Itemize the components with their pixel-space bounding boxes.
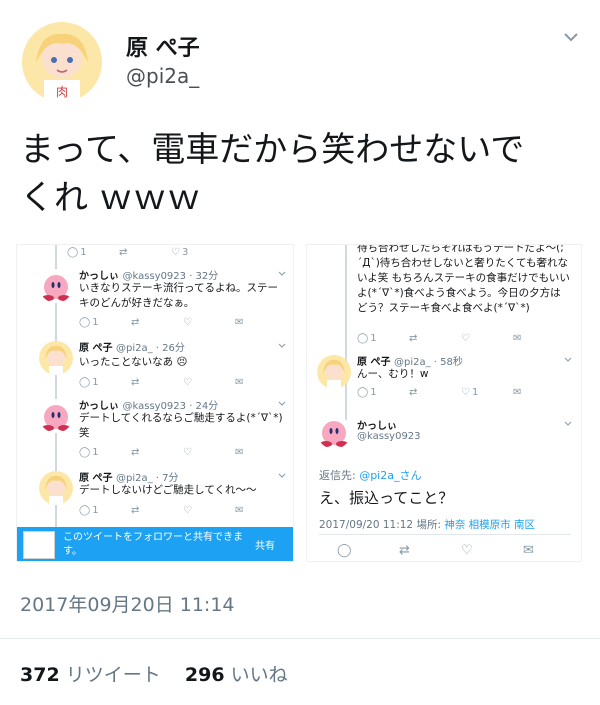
thread-item: 原 ぺ子 @pi2a_ · 26分 いったことないなあ 😣 ◯ 1 ⇄ ♡ ✉	[17, 337, 293, 392]
reply-to: 返信先: @pi2a_さん	[319, 469, 422, 482]
attached-screenshots[interactable]: ◯ 1 ⇄ ♡ 3 かっしぃ @kassy0923 · 32分 いきなりステーキ流行…	[16, 244, 582, 562]
thread-item: かっしぃ @kassy0923 · 32分 いきなりステーキ流行ってるよね。ステ…	[17, 265, 293, 335]
reply-icon: ◯ 1	[79, 447, 99, 458]
focus-tweet-header: かっしぃ @kassy0923	[307, 411, 581, 463]
like-icon: ♡	[183, 447, 192, 458]
avatar	[317, 355, 351, 389]
avatar	[39, 399, 73, 433]
action-bar: ◯ 1 ⇄ ♡ ✉	[79, 447, 279, 461]
like-icon: ♡ 1	[461, 387, 479, 398]
retweet-icon: ⇄	[409, 333, 418, 344]
dm-icon: ✉	[235, 377, 244, 388]
reply-icon: ◯ 1	[79, 317, 99, 328]
chevron-down-icon	[564, 421, 572, 426]
chevron-down-icon	[564, 357, 572, 362]
retweet-icon: ⇄	[131, 377, 140, 388]
thread-item: 原 ぺ子 @pi2a_ · 7分 デートしないけどご馳走してくれ〜〜 ◯ 1 ⇄ …	[17, 467, 293, 525]
tweet-thumbnail	[23, 531, 55, 559]
tweet-timestamp: 2017年09月20日 11:14	[20, 594, 235, 616]
chevron-down-icon	[278, 401, 286, 406]
item-author: 原 ぺ子 @pi2a_ · 7分	[79, 473, 179, 484]
focus-tweet-text: え、振込ってこと？	[319, 489, 454, 507]
action-bar: ◯ 1 ⇄ ♡ ✉	[79, 317, 279, 331]
action-bar: ◯ 1 ⇄ ♡ 3	[67, 247, 267, 261]
dm-icon: ✉	[235, 505, 244, 516]
like-icon: ♡	[461, 333, 470, 344]
retweet-icon: ⇄	[131, 317, 140, 328]
chevron-down-icon	[278, 473, 286, 478]
like-icon: ♡	[183, 317, 192, 328]
author-avatar[interactable]: 肉	[22, 22, 102, 102]
dm-icon: ✉	[513, 387, 522, 398]
avatar	[317, 415, 351, 449]
reply-icon: ◯ 1	[67, 247, 87, 258]
reply-icon: ◯ 1	[357, 333, 377, 344]
retweet-icon: ⇄	[399, 543, 410, 558]
item-handle: @kassy0923	[357, 431, 421, 442]
item-text: デートしてくれるならご馳走するよ(*ˊ∇ˋ*)笑	[79, 412, 283, 439]
avatar	[39, 269, 73, 303]
retweet-icon: ⇄	[131, 447, 140, 458]
reply-icon: ◯	[337, 543, 352, 558]
item-text: んー、むり！w	[357, 368, 429, 380]
item-author: 原 ぺ子 @pi2a_ · 26分	[79, 343, 185, 354]
item-text: いったことないなあ 😣	[79, 356, 188, 368]
like-icon: ♡	[183, 505, 192, 516]
share-text: このツイートをフォロワーと共有できます。	[63, 532, 243, 557]
share-banner[interactable]: このツイートをフォロワーと共有できます。 共有	[17, 527, 293, 561]
like-count[interactable]: 296	[185, 664, 225, 686]
share-button[interactable]: 共有	[255, 537, 275, 552]
retweet-label[interactable]: リツイート	[66, 664, 161, 686]
focus-tweet-date: 2017/09/20 11:12 場所: 神奈 相模原市 南区	[319, 519, 536, 531]
reply-icon: ◯ 1	[79, 377, 99, 388]
tweet-text: まって、電車だから笑わせないで くれ ｗｗｗ	[20, 126, 580, 222]
tweet-text-line: まって、電車だから笑わせないで	[20, 130, 525, 170]
action-bar: ◯ ⇄ ♡ ✉	[337, 543, 557, 558]
thread-item: 原 ぺ子 @pi2a_ · 58秒 んー、むり！w ◯ 1 ⇄ ♡ 1 ✉	[307, 351, 581, 407]
chevron-down-icon	[278, 343, 286, 348]
tweet-header: 肉 原 ぺ子 @pi2a_	[0, 0, 600, 110]
action-bar: ◯ 1 ⇄ ♡ ✉	[79, 505, 279, 519]
chevron-down-icon	[278, 271, 286, 276]
screenshot-right[interactable]: 待ち合わせしたらそれはもうデートだよ〜(;´Д`)待ち合わせしないと奢りたくても…	[306, 244, 582, 562]
item-author: 原 ぺ子 @pi2a_ · 58秒	[357, 357, 463, 368]
action-bar: ◯ 1 ⇄ ♡ ✉	[79, 377, 279, 391]
retweet-icon: ⇄	[119, 247, 128, 258]
reply-icon: ◯ 1	[79, 505, 99, 516]
retweet-count[interactable]: 372	[20, 664, 60, 686]
item-text: デートしないけどご馳走してくれ〜〜	[79, 484, 257, 496]
dm-icon: ✉	[523, 543, 534, 558]
divider	[319, 534, 571, 535]
tweet-text-line: くれ ｗｗｗ	[20, 178, 201, 218]
item-text: いきなりステーキ流行ってるよね。ステーキのどんが好きだなぁ。	[79, 282, 278, 309]
avatar	[39, 471, 73, 505]
author-handle[interactable]: @pi2a_	[126, 64, 199, 88]
dm-icon: ✉	[513, 333, 522, 344]
dm-icon: ✉	[235, 447, 244, 458]
screenshot-left[interactable]: ◯ 1 ⇄ ♡ 3 かっしぃ @kassy0923 · 32分 いきなりステーキ流行…	[16, 244, 294, 562]
action-bar: ◯ 1 ⇄ ♡ 1 ✉	[357, 387, 557, 401]
avatar	[39, 341, 73, 375]
item-author: かっしぃ @kassy0923 · 32分	[79, 271, 219, 282]
tweet-stats: 372 リツイート 296 いいね	[20, 660, 288, 687]
like-icon: ♡ 3	[171, 247, 189, 258]
svg-text:肉: 肉	[56, 85, 68, 99]
like-label[interactable]: いいね	[231, 664, 288, 686]
item-author: かっしぃ @kassy0923 · 24分	[79, 401, 219, 412]
dm-icon: ✉	[235, 317, 244, 328]
item-author: かっしぃ	[357, 421, 397, 432]
item-text: 待ち合わせしたらそれはもうデートだよ〜(;´Д`)待ち合わせしないと奢りたくても…	[357, 244, 570, 314]
author-display-name[interactable]: 原 ぺ子	[126, 30, 200, 62]
retweet-icon: ⇄	[131, 505, 140, 516]
divider	[0, 638, 600, 639]
action-bar: ◯ 1 ⇄ ♡ ✉	[357, 333, 557, 347]
like-icon: ♡	[461, 543, 473, 558]
thread-item: かっしぃ @kassy0923 · 24分 デートしてくれるならご馳走するよ(*…	[17, 395, 293, 465]
chevron-down-icon[interactable]	[562, 28, 580, 46]
reply-icon: ◯ 1	[357, 387, 377, 398]
like-icon: ♡	[183, 377, 192, 388]
retweet-icon: ⇄	[409, 387, 418, 398]
